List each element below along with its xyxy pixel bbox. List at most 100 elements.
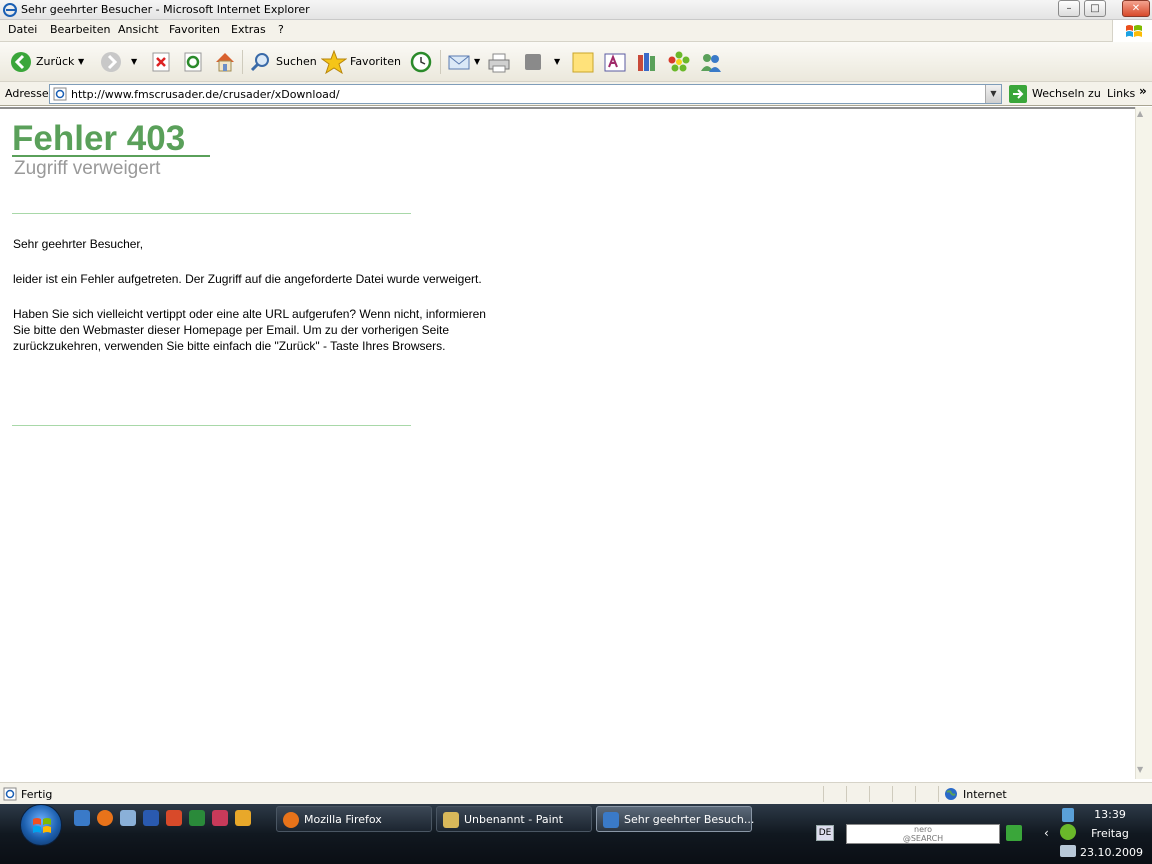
toolbar-separator xyxy=(242,50,243,74)
status-separator xyxy=(915,786,916,802)
status-text: Fertig xyxy=(21,788,53,801)
minimize-button[interactable]: – xyxy=(1058,0,1080,17)
status-separator xyxy=(869,786,870,802)
quicklaunch-mail-icon[interactable] xyxy=(120,810,136,826)
address-input[interactable]: http://www.fmscrusader.de/crusader/xDown… xyxy=(49,84,1002,104)
scroll-up-icon[interactable]: ▲ xyxy=(1137,109,1143,118)
task-label: Unbenannt - Paint xyxy=(464,813,563,826)
edit-button[interactable]: ▼ xyxy=(520,42,566,82)
page-icon xyxy=(53,87,67,101)
icq-flower-icon xyxy=(668,51,690,72)
back-button[interactable]: Zurück ▼ xyxy=(8,42,90,82)
close-button[interactable]: ✕ xyxy=(1122,0,1150,17)
messenger-button[interactable] xyxy=(698,42,724,82)
task-firefox[interactable]: Mozilla Firefox xyxy=(276,806,432,832)
task-paint[interactable]: Unbenannt - Paint xyxy=(436,806,592,832)
clock-day[interactable]: Freitag xyxy=(1084,827,1136,840)
task-label: Mozilla Firefox xyxy=(304,813,382,826)
library-button[interactable] xyxy=(634,42,660,82)
history-button[interactable] xyxy=(408,42,434,82)
go-button[interactable]: Wechseln zu xyxy=(1007,84,1102,104)
stop-button[interactable] xyxy=(150,42,172,82)
star-icon xyxy=(321,50,347,74)
forward-dropdown-icon[interactable]: ▼ xyxy=(131,57,137,66)
tray-expand-icon[interactable]: ‹ xyxy=(1044,826,1049,840)
title-bar[interactable]: Sehr geehrter Besucher - Microsoft Inter… xyxy=(0,0,1152,20)
network-tray-icon[interactable] xyxy=(1060,845,1076,857)
network-user-tray-icon[interactable] xyxy=(1062,808,1074,822)
nero-search-go-icon[interactable] xyxy=(1006,825,1022,841)
clock-date[interactable]: 23.10.2009 xyxy=(1080,846,1143,859)
quicklaunch-excel-icon[interactable] xyxy=(189,810,205,826)
favorites-label: Favoriten xyxy=(350,55,401,68)
address-label: Adresse xyxy=(5,87,49,100)
status-separator xyxy=(892,786,893,802)
favorites-button[interactable]: Favoriten xyxy=(320,42,401,82)
note-icon xyxy=(572,52,594,73)
paint-icon xyxy=(443,812,459,828)
mail-button[interactable]: ▼ xyxy=(446,42,482,82)
mail-icon xyxy=(448,55,470,70)
icq-button[interactable] xyxy=(666,42,692,82)
menu-help[interactable]: ? xyxy=(278,23,284,36)
quicklaunch-powerpoint-icon[interactable] xyxy=(212,810,228,826)
quicklaunch-pdf-icon[interactable] xyxy=(166,810,182,826)
error-message: leider ist ein Fehler aufgetreten. Der Z… xyxy=(13,272,482,286)
messenger-tool-button[interactable] xyxy=(602,42,628,82)
history-icon xyxy=(410,51,432,73)
clock-time[interactable]: 13:39 xyxy=(1084,808,1136,821)
toolbar-separator xyxy=(440,50,441,74)
window-title: Sehr geehrter Besucher - Microsoft Inter… xyxy=(21,3,310,16)
menu-extras[interactable]: Extras xyxy=(231,23,266,36)
help-text-line-1: Haben Sie sich vielleicht vertippt oder … xyxy=(13,307,486,321)
quicklaunch-ie-icon[interactable] xyxy=(74,810,90,826)
quicklaunch-firefox-icon[interactable] xyxy=(97,810,113,826)
menu-datei[interactable]: Datei xyxy=(8,23,37,36)
edit-dropdown-icon[interactable]: ▼ xyxy=(554,57,560,66)
menu-favoriten[interactable]: Favoriten xyxy=(169,23,220,36)
menu-ansicht[interactable]: Ansicht xyxy=(118,23,159,36)
icq-tray-icon[interactable] xyxy=(1060,824,1076,840)
refresh-icon xyxy=(184,52,202,72)
quicklaunch-sticky-icon[interactable] xyxy=(235,810,251,826)
language-indicator[interactable]: DE xyxy=(816,825,834,841)
task-internet-explorer[interactable]: Sehr geehrter Besuch... xyxy=(596,806,754,832)
address-dropdown-icon[interactable]: ▼ xyxy=(985,85,1001,103)
forward-button[interactable]: ▼ xyxy=(98,42,140,82)
help-text-line-2: Sie bitte den Webmaster dieser Homepage … xyxy=(13,323,449,337)
menu-bearbeiten[interactable]: Bearbeiten xyxy=(50,23,110,36)
quicklaunch-word-icon[interactable] xyxy=(143,810,159,826)
home-icon xyxy=(216,53,234,72)
error-title: Zugriff verweigert xyxy=(14,158,161,179)
printer-icon xyxy=(488,53,510,73)
back-arrow-icon xyxy=(11,52,31,72)
windows-logo-icon xyxy=(1112,20,1152,42)
divider-bottom xyxy=(12,425,411,426)
books-icon xyxy=(638,53,655,71)
home-button[interactable] xyxy=(212,42,238,82)
notes-button[interactable] xyxy=(570,42,596,82)
windows-logo-icon xyxy=(33,818,51,833)
forward-arrow-icon xyxy=(101,52,121,72)
maximize-button[interactable]: □ xyxy=(1084,0,1106,17)
nero-search-input[interactable]: nero @SEARCH xyxy=(846,824,1000,844)
globe-icon xyxy=(945,788,957,800)
page-content: Fehler 403 Zugriff verweigert Sehr geehr… xyxy=(0,107,1135,779)
mail-dropdown-icon[interactable]: ▼ xyxy=(474,57,480,66)
search-button[interactable]: Suchen xyxy=(248,42,317,82)
vertical-scrollbar[interactable]: ▲ ▼ xyxy=(1135,107,1152,779)
firefox-icon xyxy=(283,812,299,828)
links-button[interactable]: Links xyxy=(1107,87,1135,100)
links-chevron-icon[interactable]: » xyxy=(1139,84,1147,98)
go-arrow-icon xyxy=(1009,85,1027,103)
go-label: Wechseln zu xyxy=(1032,87,1101,100)
back-dropdown-icon[interactable]: ▼ xyxy=(78,57,84,66)
refresh-button[interactable] xyxy=(182,42,204,82)
start-button[interactable] xyxy=(20,804,62,846)
stop-icon xyxy=(152,52,170,72)
page-status-icon xyxy=(3,787,17,801)
taskbar: Mozilla Firefox Unbenannt - Paint Sehr g… xyxy=(0,804,1152,864)
scroll-down-icon[interactable]: ▼ xyxy=(1137,765,1143,774)
print-button[interactable] xyxy=(486,42,512,82)
ie-icon xyxy=(3,3,17,17)
